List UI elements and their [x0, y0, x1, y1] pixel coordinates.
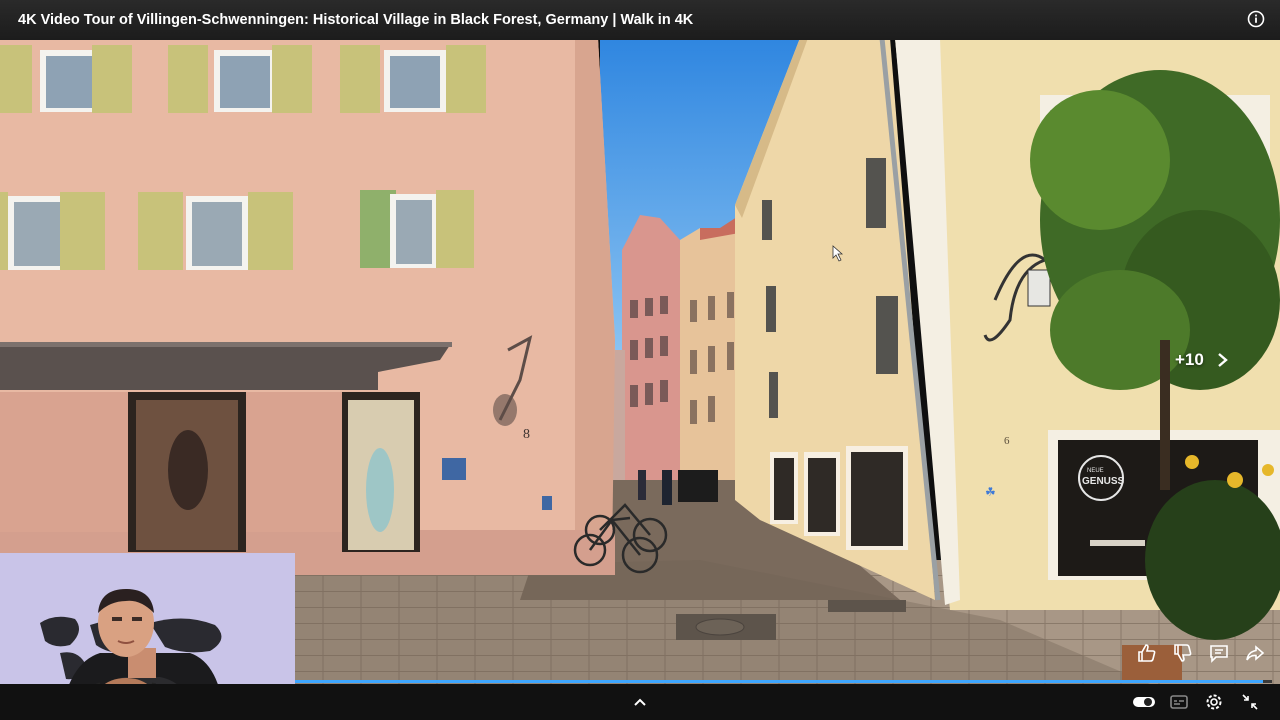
svg-text:☘: ☘: [985, 485, 996, 499]
info-icon[interactable]: [1246, 9, 1266, 29]
share-icon[interactable]: [1244, 642, 1266, 664]
skip-label: +10: [1175, 350, 1204, 369]
toggle-icon[interactable]: [1131, 692, 1157, 712]
svg-text:NEUE: NEUE: [1087, 468, 1104, 474]
skip-forward-button[interactable]: +10: [1175, 346, 1230, 374]
title-bar: 4K Video Tour of Villingen-Schwenningen:…: [0, 0, 1280, 40]
comment-icon[interactable]: [1208, 642, 1230, 664]
chevron-right-icon: [1218, 353, 1228, 367]
thumbs-down-icon[interactable]: [1172, 642, 1194, 664]
side-actions: [1136, 642, 1266, 664]
gear-icon[interactable]: [1203, 692, 1225, 712]
video-player[interactable]: 8 NEUE GENUSS 6 ☘ 4K Video Tour of Villi…: [0, 0, 1280, 720]
progress-fill: [295, 680, 1264, 683]
svg-text:8: 8: [523, 427, 530, 442]
chevron-up-icon[interactable]: [629, 692, 651, 712]
captions-icon[interactable]: [1168, 692, 1190, 712]
video-title: 4K Video Tour of Villingen-Schwenningen:…: [18, 12, 694, 28]
svg-text:GENUSS: GENUSS: [1082, 476, 1125, 487]
collapse-icon[interactable]: [1239, 692, 1261, 712]
svg-text:6: 6: [1004, 435, 1010, 447]
progress-bar[interactable]: [295, 680, 1272, 683]
thumbs-up-icon[interactable]: [1136, 642, 1158, 664]
